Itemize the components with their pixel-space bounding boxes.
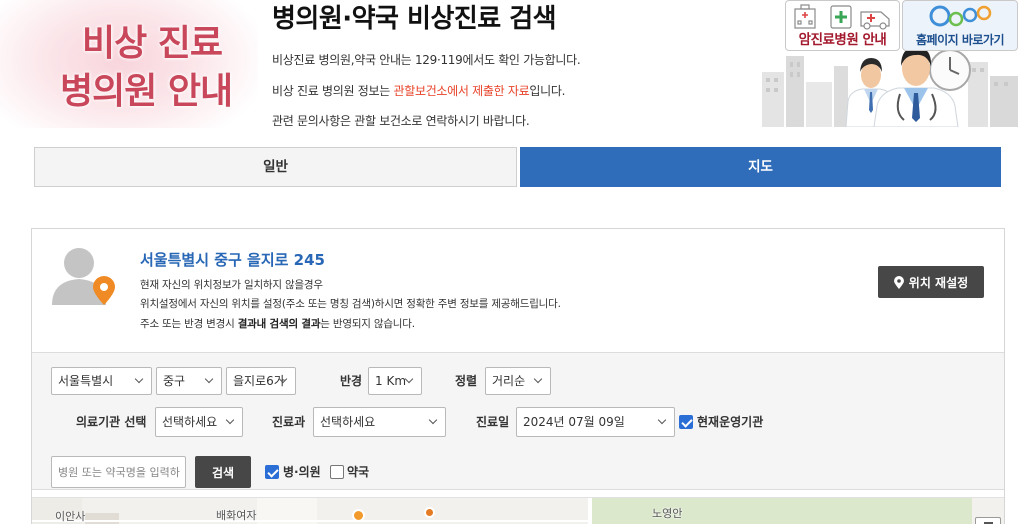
institution-label: 의료기관 선택 (76, 415, 147, 429)
notice-line-2: 비상 진료 병의원 정보는 관할보건소에서 제출한 자료입니다. (272, 83, 565, 99)
location-note-1: 현재 자신의 위치정보가 일치하지 않을경우 (140, 279, 323, 291)
banner-line-1: 비상 진료 (82, 23, 223, 64)
sido-value: 서울특별시 (58, 374, 114, 388)
night-clinic-link-label: 암진료병원 안내 (798, 32, 887, 48)
sort-select[interactable]: 거리순 (485, 367, 551, 395)
page-title: 병의원·약국 비상진료 검색 (272, 4, 557, 34)
map-road (32, 520, 588, 522)
institution-value: 선택하세요 (162, 415, 218, 429)
map-view[interactable]: 이안사 배화여자 노영안 (32, 497, 1004, 524)
search-filter-panel: 서울특별시 중구 을지로6가 반경 1 Km 정렬 거리순 의료기관 선택 선택… (32, 352, 1004, 490)
location-pin-icon (893, 275, 904, 289)
dong-select[interactable]: 을지로6가 (226, 367, 296, 395)
map-building (85, 513, 119, 524)
banner-line-2: 병의원 안내 (60, 71, 233, 112)
open-now-label[interactable]: 현재운영기관 (697, 407, 763, 437)
note-text: 는 반영되지 않습니다. (320, 318, 415, 330)
map-zoom-control[interactable] (975, 517, 1001, 524)
radius-select[interactable]: 1 Km (368, 367, 422, 395)
sido-select[interactable]: 서울특별시 (51, 367, 152, 395)
search-button[interactable]: 검색 (195, 456, 251, 488)
homepage-logo (929, 5, 992, 27)
radius-label: 반경 (340, 374, 363, 388)
homepage-link-label: 홈페이지 바로가기 (916, 33, 1005, 47)
user-avatar-icon (52, 245, 118, 307)
radius-value: 1 Km (375, 374, 407, 388)
notice-line-3: 관련 문의사항은 관할 보건소로 연락하시기 바랍니다. (272, 114, 530, 128)
map-label: 이안사 (55, 510, 86, 523)
dong-value: 을지로6가 (233, 374, 285, 388)
current-address: 서울특별시 중구 을지로 245 (140, 251, 325, 269)
clock-icon (929, 49, 971, 91)
date-label: 진료일 (476, 415, 510, 429)
department-select[interactable]: 선택하세요 (313, 407, 446, 437)
map-label: 노영안 (652, 507, 683, 520)
note-text: 주소 또는 반경 변경시 (140, 318, 238, 330)
map-park (592, 498, 972, 524)
location-note-3: 주소 또는 반경 변경시 결과내 검색의 결과는 반영되지 않습니다. (140, 317, 415, 331)
chevron-down-icon (404, 374, 414, 384)
sort-label: 정렬 (455, 374, 478, 388)
tab-map[interactable]: 지도 (520, 147, 1001, 187)
chevron-down-icon (204, 374, 214, 384)
institution-select[interactable]: 선택하세요 (155, 407, 243, 437)
chevron-down-icon (657, 415, 667, 425)
map-label: 배화여자 (216, 509, 257, 522)
chevron-down-icon (533, 374, 543, 384)
hospital-checkbox[interactable] (265, 465, 279, 479)
date-select[interactable]: 2024년 07월 09일 (516, 407, 675, 437)
hospital-icon (794, 4, 816, 29)
sigungu-select[interactable]: 중구 (156, 367, 222, 395)
search-input[interactable] (51, 456, 186, 488)
notice-text: 입니다. (529, 84, 566, 98)
reset-location-label: 위치 재설정 (908, 275, 969, 290)
emergency-care-banner: 비상 진료 병의원 안내 (0, 0, 258, 128)
pharmacy-label[interactable]: 약국 (347, 456, 369, 488)
sigungu-value: 중구 (163, 374, 186, 388)
hospital-label[interactable]: 병·의원 (283, 456, 321, 488)
reset-location-button[interactable]: 위치 재설정 (878, 266, 984, 298)
notice-highlight: 관할보건소에서 제출한 자료 (393, 84, 530, 98)
date-value: 2024년 07월 09일 (523, 415, 625, 429)
chevron-down-icon (225, 415, 235, 425)
department-value: 선택하세요 (320, 415, 376, 429)
location-note-2: 위치설정에서 자신의 위치를 설정(주소 또는 명칭 검색)하시면 정확한 주변… (140, 298, 561, 310)
notice-line-1: 비상진료 병의원,약국 안내는 129·119에서도 확인 가능합니다. (272, 53, 581, 67)
pharmacy-icon (830, 5, 852, 29)
chevron-down-icon (428, 415, 438, 425)
map-poi-icon[interactable] (352, 509, 365, 522)
night-clinic-link[interactable]: 암진료병원 안내 (785, 0, 900, 51)
homepage-link[interactable]: 홈페이지 바로가기 (902, 0, 1018, 51)
note-bold-text: 결과내 검색의 결과 (237, 318, 321, 330)
location-panel: 서울특별시 중구 을지로 245 현재 자신의 위치정보가 일치하지 않을경우 … (31, 228, 1005, 524)
sort-value: 거리순 (492, 374, 526, 388)
chevron-down-icon (134, 374, 144, 384)
map-poi-icon[interactable] (424, 507, 435, 518)
tab-general[interactable]: 일반 (34, 147, 517, 187)
ambulance-icon (860, 11, 890, 30)
pharmacy-checkbox[interactable] (330, 465, 344, 479)
notice-text: 비상 진료 병의원 정보는 (272, 84, 394, 98)
department-label: 진료과 (272, 415, 306, 429)
open-now-checkbox[interactable] (679, 415, 693, 429)
